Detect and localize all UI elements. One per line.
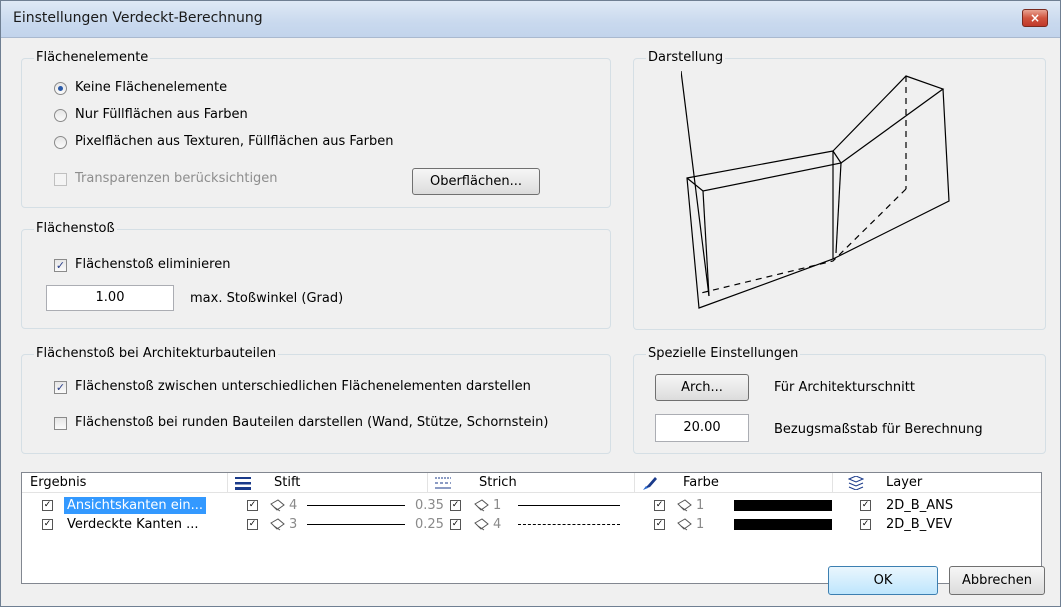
row-color-number: 1 (696, 517, 705, 532)
stosswinkel-input[interactable]: 1.00 (46, 285, 174, 311)
color-brush-icon (643, 477, 657, 490)
pen-icon (270, 499, 285, 512)
row-name[interactable]: Ansichtskanten ein... (64, 497, 206, 514)
bezugsmassstab-input[interactable]: 20.00 (655, 414, 749, 442)
row-stroke-number: 4 (493, 517, 502, 532)
color-pen-icon (677, 518, 692, 531)
header-ergebnis[interactable]: Ergebnis (30, 473, 86, 493)
group-label-spezielle: Spezielle Einstellungen (646, 346, 801, 361)
header-farbe[interactable]: Farbe (683, 473, 719, 493)
row-pen-checkbox[interactable]: ✓ (247, 519, 258, 530)
row-visible-checkbox[interactable]: ✓ (42, 519, 53, 530)
radio-label-pixel: Pixelflächen aus Texturen, Füllflächen a… (75, 134, 394, 149)
row-pen-thickness: 0.25 (415, 517, 444, 532)
stosswinkel-label: max. Stoßwinkel (Grad) (190, 291, 344, 306)
group-label-architektur: Flächenstoß bei Architekturbauteilen (34, 346, 279, 361)
group-architektur: Flächenstoß bei Architekturbauteilen (21, 346, 611, 454)
bezugsmassstab-label: Bezugsmaßstab für Berechnung (774, 422, 983, 437)
row-visible-checkbox[interactable]: ✓ (42, 500, 53, 511)
header-stift[interactable]: Stift (274, 473, 300, 493)
arch-button[interactable]: Arch... (655, 374, 749, 401)
header-layer[interactable]: Layer (886, 473, 922, 493)
line-type-icon (435, 477, 451, 489)
checkbox-transparenzen[interactable] (54, 173, 67, 186)
radio-nur-fuellflaechen[interactable] (54, 109, 67, 122)
group-flaechenstoss: Flächenstoß (21, 221, 611, 329)
row-layer-checkbox[interactable]: ✓ (860, 519, 871, 530)
row-stroke-checkbox[interactable]: ✓ (450, 519, 461, 530)
stroke-line-sample (518, 505, 620, 506)
row-layer-checkbox[interactable]: ✓ (860, 500, 871, 511)
radio-pixelflaechen[interactable] (54, 136, 67, 149)
checkbox-label-transparenzen: Transparenzen berücksichtigen (75, 171, 278, 186)
color-swatch (734, 519, 832, 530)
row-color-number: 1 (696, 498, 705, 513)
pen-thickness-icon (235, 477, 251, 490)
row-pen-number: 4 (289, 498, 298, 513)
table-row[interactable]: ✓ Verdeckte Kanten ... ✓ 3 0.25 ✓ 4 ✓ 1 (22, 516, 1041, 533)
window-title: Einstellungen Verdeckt-Berechnung (13, 10, 263, 26)
row-layer: 2D_B_VEV (886, 517, 953, 532)
table-row[interactable]: ✓ Ansichtskanten ein... ✓ 4 0.35 ✓ 1 ✓ 1 (22, 497, 1041, 514)
checkbox-label-elemente: Flächenstoß zwischen unterschiedlichen F… (75, 379, 531, 394)
checkbox-label-runde: Flächenstoß bei runden Bauteilen darstel… (75, 415, 549, 430)
ok-button[interactable]: OK (828, 566, 938, 595)
group-label-darstellung: Darstellung (646, 50, 726, 65)
checkbox-flaechenstoss-eliminieren[interactable]: ✓ (54, 259, 67, 272)
group-label-flaechenelemente: Flächenelemente (34, 50, 151, 65)
stroke-line-sample (518, 524, 620, 525)
checkbox-runde-bauteile[interactable] (54, 417, 67, 430)
row-stroke-checkbox[interactable]: ✓ (450, 500, 461, 511)
row-name[interactable]: Verdeckte Kanten ... (67, 516, 199, 533)
row-color-checkbox[interactable]: ✓ (654, 519, 665, 530)
group-label-flaechenstoss: Flächenstoß (34, 221, 117, 236)
oberflaechen-button[interactable]: Oberflächen... (412, 168, 540, 195)
close-button[interactable]: × (1022, 9, 1048, 27)
row-pen-number: 3 (289, 517, 298, 532)
row-layer: 2D_B_ANS (886, 498, 954, 513)
dialog-window: Einstellungen Verdeckt-Berechnung × Fläc… (0, 0, 1061, 607)
row-pen-checkbox[interactable]: ✓ (247, 500, 258, 511)
checkbox-label-eliminieren: Flächenstoß eliminieren (75, 257, 231, 272)
radio-keine-flaechenelemente[interactable] (54, 82, 67, 95)
color-swatch (734, 500, 832, 511)
title-bar[interactable]: Einstellungen Verdeckt-Berechnung × (1, 1, 1060, 38)
pen-line-sample (307, 505, 405, 506)
header-strich[interactable]: Strich (479, 473, 517, 493)
arch-label: Für Architekturschnitt (774, 380, 915, 395)
stroke-icon (474, 518, 489, 531)
radio-label-nur: Nur Füllflächen aus Farben (75, 107, 248, 122)
row-pen-thickness: 0.35 (415, 498, 444, 513)
color-pen-icon (677, 499, 692, 512)
table-header: Ergebnis Stift Strich Farbe Layer (22, 473, 1041, 493)
abbrechen-button[interactable]: Abbrechen (949, 566, 1045, 595)
row-stroke-number: 1 (493, 498, 502, 513)
pen-line-sample (307, 524, 405, 525)
stroke-icon (474, 499, 489, 512)
preview-drawing (681, 71, 950, 309)
row-color-checkbox[interactable]: ✓ (654, 500, 665, 511)
checkbox-flaechenstoss-elemente[interactable]: ✓ (54, 381, 67, 394)
pen-icon (270, 518, 285, 531)
layer-stack-icon (848, 476, 864, 490)
radio-label-keine: Keine Flächenelemente (75, 80, 228, 95)
